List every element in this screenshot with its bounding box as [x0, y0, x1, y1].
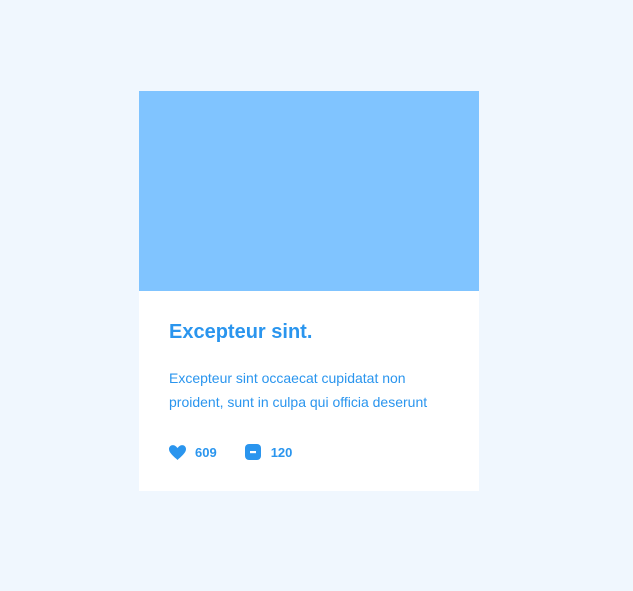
card-image-placeholder	[139, 91, 479, 291]
like-count: 609	[195, 444, 217, 460]
heart-icon	[169, 444, 186, 460]
comment-icon	[245, 444, 262, 460]
post-card: Excepteur sint. Excepteur sint occaecat …	[139, 91, 479, 491]
comment-count: 120	[270, 444, 293, 460]
card-description: Excepteur sint occaecat cupidatat non pr…	[169, 370, 428, 410]
card-title: Excepteur sint.	[169, 321, 313, 343]
card-stats: 609 120	[169, 444, 449, 460]
comment-button[interactable]: 120	[245, 444, 293, 460]
card-body: Excepteur sint. Excepteur sint occaecat …	[139, 291, 479, 460]
like-button[interactable]: 609	[169, 444, 217, 460]
